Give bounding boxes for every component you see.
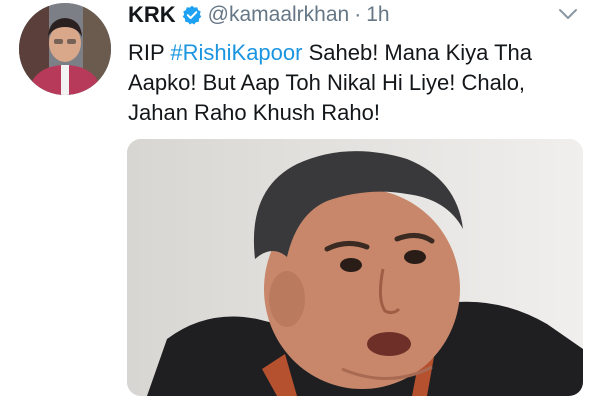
separator-dot: · (354, 3, 362, 26)
tweet-text-line-2: Aapko! But Aap Toh Nikal Hi Liye! Chalo, (128, 70, 526, 95)
tweet-text-line-3: Jahan Raho Khush Raho! (128, 100, 380, 125)
avatar[interactable] (19, 3, 111, 95)
tweet-header: KRK @kamaalrkhan · 1h (128, 2, 390, 28)
verified-badge-icon (182, 5, 202, 25)
display-name[interactable]: KRK (128, 2, 176, 28)
user-handle[interactable]: @kamaalrkhan (208, 3, 350, 27)
hashtag-link[interactable]: #RishiKapoor (170, 40, 302, 65)
timestamp[interactable]: 1h (366, 3, 389, 27)
photo (127, 139, 583, 396)
text-prefix: RIP (128, 40, 171, 65)
tweet-media-image[interactable] (127, 139, 583, 396)
chevron-down-icon[interactable] (557, 6, 579, 22)
tweet-text: RIP #RishiKapoor Saheb! Mana Kiya Tha Aa… (128, 38, 588, 128)
avatar-image (19, 3, 111, 95)
text-suffix: Saheb! Mana Kiya Tha (302, 40, 532, 65)
tweet-text-line-1: RIP #RishiKapoor Saheb! Mana Kiya Tha (128, 38, 588, 68)
tweet: KRK @kamaalrkhan · 1h RIP #RishiKapoor S… (0, 0, 602, 406)
